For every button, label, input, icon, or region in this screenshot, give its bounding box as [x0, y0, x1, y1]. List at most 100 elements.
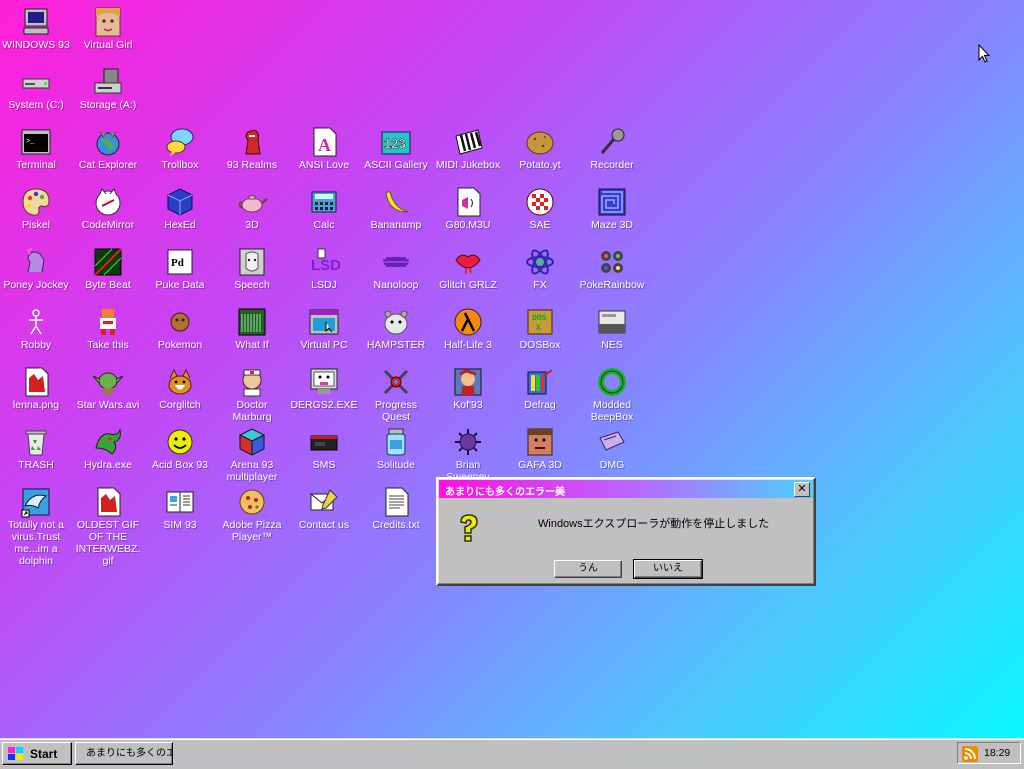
svg-text:LSDJ: LSDJ	[311, 257, 340, 274]
dialog-title: あまりにも多くのエラー美	[445, 487, 565, 498]
speech-face-icon	[236, 246, 268, 278]
desktop-icon-maze-3d[interactable]: Maze 3D	[576, 184, 648, 242]
desktop-icon-dmg[interactable]: DMG	[576, 424, 648, 482]
desktop-icon-adobe-pizza-player[interactable]: Adobe Pizza Player™	[216, 484, 288, 543]
desktop-icon-pokerainbow[interactable]: PokeRainbow	[576, 244, 648, 302]
yes-button[interactable]: うん	[554, 560, 622, 578]
desktop-icon-contact-us[interactable]: Contact us	[288, 484, 360, 542]
cartridge-icon	[596, 426, 628, 458]
desktop-icon-label: Star Wars.avi	[76, 399, 140, 411]
cube-icon	[236, 426, 268, 458]
question-mark-icon	[452, 512, 484, 544]
desktop-icon-take-this[interactable]: Take this	[72, 304, 144, 362]
desktop-icon-potato-yt[interactable]: Potato.yt	[504, 124, 576, 182]
desktop-icon-solitude[interactable]: Solitude	[360, 424, 432, 482]
desktop-icon-label: Terminal	[16, 159, 56, 171]
desktop-icon-label: G80.M3U	[445, 219, 491, 231]
rss-feed-icon[interactable]	[962, 746, 978, 762]
desktop-icon-recorder[interactable]: Recorder	[576, 124, 648, 182]
desktop-icon-label: Robby	[20, 339, 52, 351]
desktop-icon-gafa-3d[interactable]: GAFA 3D	[504, 424, 576, 482]
desktop-icon-arena-93-multiplayer[interactable]: Arena 93 multiplayer	[216, 424, 288, 483]
desktop-icon-label: Doctor Marburg	[232, 399, 272, 423]
desktop-icon-brian-sweeney[interactable]: Brian Sweeney	[432, 424, 504, 483]
desktop-icon-what-if[interactable]: What If	[216, 304, 288, 362]
desktop-icon-hydra-exe[interactable]: Hydra.exe	[72, 424, 144, 482]
dialog-titlebar[interactable]: あまりにも多くのエラー美 ✕	[439, 480, 813, 498]
desktop-icon-glitch-grlz[interactable]: Glitch GRLZ	[432, 244, 504, 302]
desktop-icon-sms[interactable]: SMS	[288, 424, 360, 482]
desktop-icon-virtual-pc[interactable]: Virtual PC	[288, 304, 360, 362]
desktop-icon-speech[interactable]: Speech	[216, 244, 288, 302]
desktop-icon-byte-beat[interactable]: Byte Beat	[72, 244, 144, 302]
desktop-icon-93-realms[interactable]: 93 Realms	[216, 124, 288, 182]
desktop-icon-oldest-gif-of-the-interwebz-gif[interactable]: OLDEST GIF OF THE INTERWEBZ.gif	[72, 484, 144, 567]
desktop-icon-virtual-girl[interactable]: Virtual Girl	[72, 4, 144, 62]
start-button[interactable]: Start	[2, 742, 72, 765]
desktop-icon-bananamp[interactable]: Bananamp	[360, 184, 432, 242]
yoda-icon	[92, 366, 124, 398]
cat-code-icon	[92, 186, 124, 218]
recycle-bin-icon	[20, 426, 52, 458]
desktop-icon-totally-not-a-virus-trust-me-im-a-dolphin[interactable]: Totally not a virus.Trust me...im a dolp…	[0, 484, 72, 567]
desktop-icon-calc[interactable]: Calc	[288, 184, 360, 242]
desktop-icon-corglitch[interactable]: Corglitch	[144, 364, 216, 422]
desktop-icon-label: Speech	[234, 279, 270, 291]
desktop-icon-defrag[interactable]: Defrag	[504, 364, 576, 422]
desktop-icon-nes[interactable]: NES	[576, 304, 648, 362]
desktop-icon-progress-quest[interactable]: Progress Quest	[360, 364, 432, 423]
start-label: Start	[30, 747, 58, 761]
desktop-icon-lsdj[interactable]: LSDJ LSDJ	[288, 244, 360, 302]
desktop-icon-label: Arena 93 multiplayer	[226, 459, 278, 483]
desktop-icon-storage-a[interactable]: Storage (A:)	[72, 64, 144, 122]
nes-icon	[596, 306, 628, 338]
desktop-icon-kof-93[interactable]: Kof'93	[432, 364, 504, 422]
desktop-icon-midi-jukebox[interactable]: MIDI Jukebox	[432, 124, 504, 182]
desktop-icon-codemirror[interactable]: CodeMirror	[72, 184, 144, 242]
desktop-icon-hampster[interactable]: HAMPSTER	[360, 304, 432, 362]
desktop-icon-terminal[interactable]: >_ Terminal	[0, 124, 72, 182]
fighter-icon	[452, 366, 484, 398]
desktop-icon-sim-93[interactable]: SIM 93	[144, 484, 216, 542]
desktop-icon-doctor-marburg[interactable]: Doctor Marburg	[216, 364, 288, 423]
desktop-icon-puke-data[interactable]: Pd Puke Data	[144, 244, 216, 302]
desktop-icon-piskel[interactable]: Piskel	[0, 184, 72, 242]
desktop-icon-dosbox[interactable]: DOS X DOSBox	[504, 304, 576, 362]
desktop-icon-label: Corglitch	[159, 399, 201, 411]
desktop-icon-trollbox[interactable]: Trollbox	[144, 124, 216, 182]
desktop-icon-robby[interactable]: Robby	[0, 304, 72, 362]
desktop-icon-acid-box-93[interactable]: Acid Box 93	[144, 424, 216, 482]
hex-cube-icon	[164, 186, 196, 218]
svg-text:Pd: Pd	[171, 257, 184, 269]
desktop-icon-lenna-png[interactable]: lenna.png	[0, 364, 72, 422]
desktop-icon-ansi-love[interactable]: A ANSI Love	[288, 124, 360, 182]
desktop-icon-system-c[interactable]: System (C:)	[0, 64, 72, 122]
desktop-icon-3d[interactable]: 3D	[216, 184, 288, 242]
computer-icon	[20, 6, 52, 38]
no-button[interactable]: いいえ	[633, 559, 703, 579]
close-icon[interactable]: ✕	[794, 482, 810, 497]
desktop-icon-label: Solitude	[377, 459, 415, 471]
desktop-icon-hexed[interactable]: HexEd	[144, 184, 216, 242]
piano-keys-icon	[452, 126, 484, 158]
desktop-icon-fx[interactable]: FX	[504, 244, 576, 302]
desktop-icon-trash[interactable]: TRASH	[0, 424, 72, 482]
desktop-icon-pokemon[interactable]: Pokemon	[144, 304, 216, 362]
desktop-icon-half-life-3[interactable]: Half-Life 3	[432, 304, 504, 362]
desktop-icon-label: Defrag	[524, 399, 556, 411]
desktop-icon-ascii-gallery[interactable]: 123 ASCII Gallery	[360, 124, 432, 182]
desktop-icon-label: GAFA 3D	[518, 459, 562, 471]
teapot-icon	[236, 186, 268, 218]
desktop-icon-poney-jockey[interactable]: Poney Jockey	[0, 244, 72, 302]
desktop-icon-modded-beepbox[interactable]: Modded BeepBox	[576, 364, 648, 423]
desktop-icon-sae[interactable]: SAE	[504, 184, 576, 242]
taskbar-task-error-dialog[interactable]: あまりにも多くのエ...	[75, 742, 173, 765]
desktop-icon-dergs2-exe[interactable]: DERGS2.EXE	[288, 364, 360, 422]
desktop-icon-credits-txt[interactable]: Credits.txt	[360, 484, 432, 542]
desktop-icon-g80-m3u[interactable]: G80.M3U	[432, 184, 504, 242]
desktop-icon-windows-93[interactable]: WINDOWS 93	[0, 4, 72, 62]
desktop-icon-nanoloop[interactable]: Nanoloop	[360, 244, 432, 302]
desktop-icon-label: MIDI Jukebox	[435, 159, 501, 171]
desktop-icon-cat-explorer[interactable]: Cat Explorer	[72, 124, 144, 182]
desktop-icon-star-wars-avi[interactable]: Star Wars.avi	[72, 364, 144, 422]
